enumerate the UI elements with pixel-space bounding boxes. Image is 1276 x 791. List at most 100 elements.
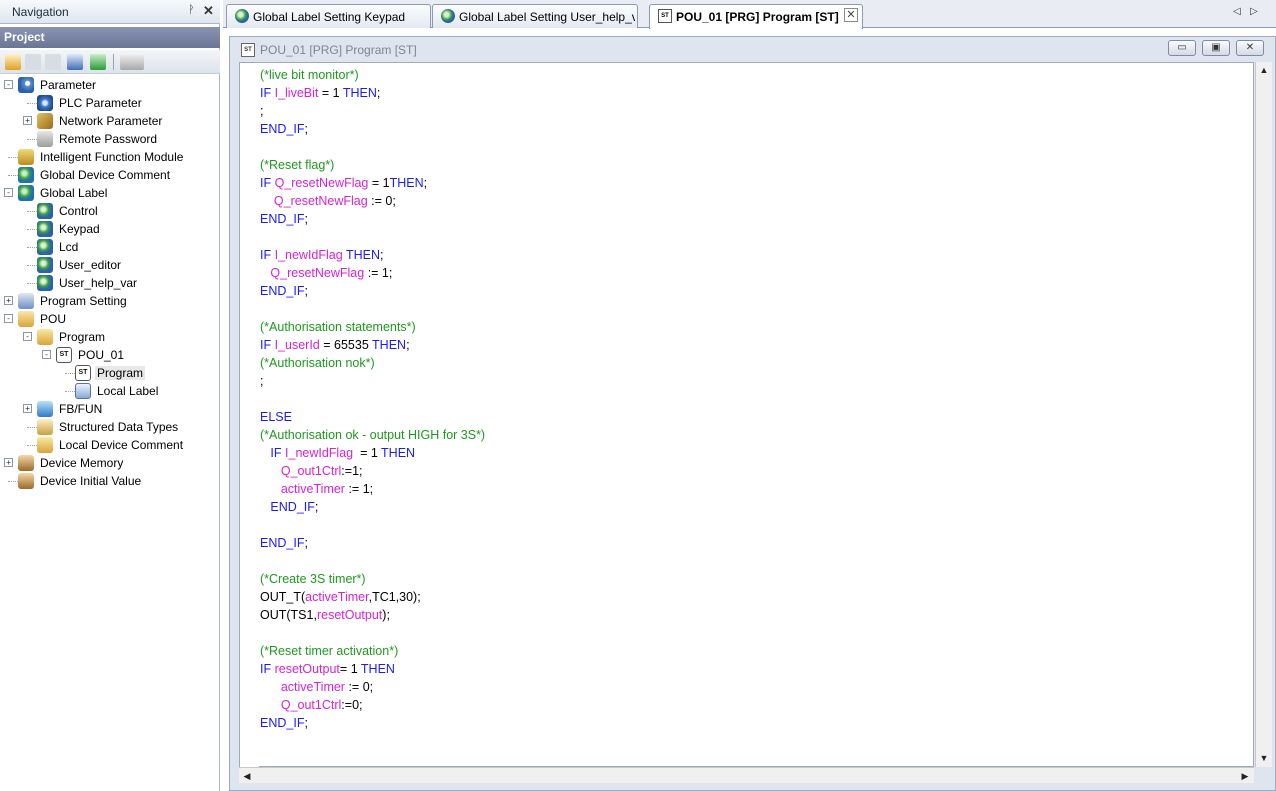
code-text: ;	[304, 536, 308, 550]
tree-item[interactable]: Local Device Comment	[0, 436, 220, 454]
copy-icon[interactable]	[25, 54, 41, 70]
code-editor[interactable]: (*live bit monitor*) IF I_liveBit = 1 THE…	[239, 62, 1254, 768]
toolbar-separator	[113, 54, 114, 70]
editor-window: ST POU_01 [PRG] Program [ST] ▭ ▣ ✕ (*liv…	[229, 36, 1276, 791]
code-text: ;	[379, 248, 384, 262]
scroll-down-icon[interactable]: ▼	[1256, 750, 1272, 766]
pin-icon[interactable]: ᚹ	[188, 4, 195, 16]
code-line: END_IF;	[260, 534, 485, 552]
code-comment: (*Authorisation nok*)	[260, 356, 375, 370]
tab-global-label-user-help-var[interactable]: Global Label Setting User_help_var	[432, 4, 638, 28]
tree-item-label: Keypad	[59, 222, 100, 236]
tree-item[interactable]: PLC Parameter	[0, 94, 220, 112]
expand-icon[interactable]: +	[4, 296, 13, 305]
tree-item[interactable]: Local Label	[0, 382, 220, 400]
expand-icon[interactable]: +	[4, 458, 13, 467]
collapse-icon[interactable]: -	[4, 80, 13, 89]
code-keyword: ELSE	[260, 410, 292, 424]
st-icon: ST	[658, 9, 672, 23]
tree-item[interactable]: + Program Setting	[0, 292, 220, 310]
tree-item[interactable]: - Program	[0, 328, 220, 346]
expand-icon[interactable]: +	[23, 404, 32, 413]
code-variable: I_liveBit	[274, 86, 319, 100]
tree-item[interactable]: - POU	[0, 310, 220, 328]
code-variable: I_userId	[274, 338, 320, 352]
close-button[interactable]: ✕	[1236, 40, 1264, 56]
display-menu-icon[interactable]	[120, 54, 144, 70]
scroll-left-icon[interactable]: ◀	[239, 768, 255, 784]
code-comment: (*Reset timer activation*)	[260, 644, 399, 658]
expand-icon[interactable]: +	[23, 116, 32, 125]
scroll-right-icon[interactable]: ▶	[1237, 768, 1253, 784]
tree-item-label: Control	[59, 204, 98, 218]
code-variable: activeTimer	[280, 482, 345, 496]
tree-item[interactable]: ST Program	[0, 364, 220, 382]
tree-item[interactable]: + Network Parameter	[0, 112, 220, 130]
tree-item-label: Intelligent Function Module	[40, 150, 184, 164]
tree-item[interactable]: + FB/FUN	[0, 400, 220, 418]
network-icon	[37, 113, 53, 129]
tree-item[interactable]: Lcd	[0, 238, 220, 256]
code-variable: Q_resetNewFlag	[274, 176, 369, 190]
tree-item[interactable]: Intelligent Function Module	[0, 148, 220, 166]
code-line: (*live bit monitor*)	[260, 66, 485, 84]
code-keyword: THEN	[381, 446, 416, 460]
refresh-icon[interactable]	[90, 54, 106, 70]
tree-item[interactable]: Structured Data Types	[0, 418, 220, 436]
folder-icon	[18, 311, 34, 327]
tab-close-button[interactable]: ✕	[844, 8, 858, 22]
code-text: ;	[423, 176, 428, 190]
tree-item[interactable]: Control	[0, 202, 220, 220]
tab-next-icon[interactable]: ▷	[1250, 6, 1258, 17]
tree-connector	[27, 283, 37, 284]
paste-icon[interactable]	[45, 54, 61, 70]
code-variable: resetOutput	[316, 608, 383, 622]
code-keyword: IF	[260, 248, 275, 262]
code-comment: (*live bit monitor*)	[260, 68, 359, 82]
minimize-button[interactable]: ▭	[1168, 40, 1196, 56]
code-text: = 1	[353, 446, 382, 460]
collapse-icon[interactable]: -	[4, 188, 13, 197]
tree-item[interactable]: Keypad	[0, 220, 220, 238]
restore-button[interactable]: ▣	[1202, 40, 1230, 56]
tab-pou01-program[interactable]: ST POU_01 [PRG] Program [ST] ✕	[649, 4, 863, 29]
tree-item[interactable]: - Global Label	[0, 184, 220, 202]
new-data-icon[interactable]	[5, 54, 21, 70]
tree-item[interactable]: User_help_var	[0, 274, 220, 292]
scroll-up-icon[interactable]: ▲	[1256, 62, 1272, 78]
property-icon[interactable]	[67, 54, 83, 70]
collapse-icon[interactable]: -	[42, 350, 51, 359]
tree-item-label: Local Device Comment	[59, 438, 184, 452]
tree-item[interactable]: Global Device Comment	[0, 166, 220, 184]
tab-prev-icon[interactable]: ◁	[1233, 6, 1241, 17]
collapse-icon[interactable]: -	[23, 332, 32, 341]
tab-global-label-keypad[interactable]: Global Label Setting Keypad	[226, 4, 431, 28]
tree-item-label: POU	[40, 312, 67, 326]
project-bar[interactable]: Project	[0, 27, 220, 48]
code-text[interactable]: (*live bit monitor*) IF I_liveBit = 1 THE…	[260, 66, 485, 732]
code-text: := 1;	[344, 482, 374, 496]
tree-item[interactable]: User_editor	[0, 256, 220, 274]
tree-item[interactable]: - ST POU_01	[0, 346, 220, 364]
tree-item[interactable]: Device Initial Value	[0, 472, 220, 490]
tree-item-label: FB/FUN	[59, 402, 103, 416]
label-icon	[37, 275, 53, 291]
tree-item[interactable]: + Device Memory	[0, 454, 220, 472]
code-variable: resetOutput	[274, 662, 340, 676]
collapse-icon[interactable]: -	[4, 314, 13, 323]
close-icon[interactable]: ✕	[203, 3, 214, 19]
tree-item-label: Lcd	[59, 240, 79, 254]
tree-item-label: Parameter	[40, 78, 97, 92]
tab-label: Global Label Setting User_help_var	[459, 10, 635, 24]
tree-item[interactable]: Remote Password	[0, 130, 220, 148]
code-keyword: IF	[260, 338, 275, 352]
code-comment: (*Create 3S timer*)	[260, 572, 366, 586]
horizontal-scrollbar[interactable]: ◀ ▶	[239, 767, 1254, 783]
tree-item[interactable]: - Parameter	[0, 76, 220, 94]
code-keyword: THEN	[389, 176, 424, 190]
label-icon	[441, 9, 455, 23]
vertical-scrollbar[interactable]: ▲ ▼	[1255, 62, 1272, 767]
